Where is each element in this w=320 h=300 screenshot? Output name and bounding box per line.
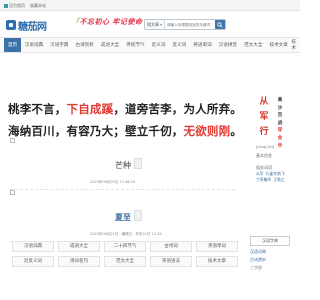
article-title[interactable]: 夏至: [113, 212, 133, 223]
poem-title: 从 军 行: [259, 97, 269, 137]
related-link[interactable]: 从军: [256, 171, 264, 176]
top-bar: 设为首页 收藏本站: [0, 0, 300, 11]
search-icon: [217, 21, 223, 28]
related-links: 从军 孔雀东南飞 兰亭集序 王勃之: [256, 171, 287, 183]
related-link[interactable]: 兰亭集序: [256, 177, 271, 182]
article-title[interactable]: 芒种: [113, 160, 133, 171]
search-type-select[interactable]: 搜文章: [145, 20, 165, 29]
featured-poem[interactable]: 从 军 行 黄 沙 百 战 穿 金 甲 [cóng jūn] 基本信息 相关词语…: [254, 95, 300, 185]
nav-item-idioms[interactable]: 成语大全: [97, 38, 122, 52]
related-link[interactable]: 王勃之: [273, 177, 284, 182]
sidebar-link[interactable]: 古诗赏析: [250, 256, 300, 264]
article-thumbnail: [134, 210, 142, 221]
hero-highlight: 无欲则刚: [183, 124, 231, 138]
category-links: 汉语词典 成语大全 二十四节气 古诗词 英语单词 近反义词 诗词名句 范文大全 …: [10, 241, 240, 267]
tag-button[interactable]: 汉语字典: [250, 236, 290, 246]
category-link[interactable]: 汉语词典: [12, 241, 54, 252]
category-link[interactable]: 古诗词: [150, 241, 192, 252]
header: 糖茄网 「不忘初心 牢记使命 搜文章: [0, 11, 300, 39]
search-box: 搜文章: [144, 19, 226, 30]
main-nav: 首页 汉语词典 汉语字典 古诗赏析 成语大全 传统节气 近义词 反义词 英语单词…: [0, 37, 300, 53]
poem-pinyin: [cóng jūn]: [256, 145, 275, 149]
nav-item-tech[interactable]: 技术文章: [266, 38, 291, 52]
hero-text: 桃李不言，: [8, 102, 67, 116]
hero-text: 海纳百川，有容乃大；壁立千仞，: [8, 124, 184, 138]
nav-item-dictionary[interactable]: 汉语词典: [21, 38, 46, 52]
nav-more[interactable]: 技术: [291, 39, 296, 51]
category-link[interactable]: 英语单词: [196, 241, 238, 252]
article-thumbnail: [134, 158, 142, 169]
search-input[interactable]: [165, 20, 215, 29]
poem-verse: 黄 沙 百 战 穿 金 甲: [277, 98, 283, 149]
nav-item-characters[interactable]: 汉语字典: [47, 38, 72, 52]
hero-text: ，道旁苦李，为人所弃。: [113, 102, 243, 116]
category-link[interactable]: 范文大全: [104, 256, 146, 267]
hero-text: 。: [230, 124, 243, 138]
bookmark-link[interactable]: 收藏本站: [30, 3, 46, 9]
hero-quote: 桃李不言，下自成蹊，道旁苦李，为人所弃。 海纳百川，有容乃大；壁立千仞，无欲则刚…: [8, 98, 254, 142]
article-card[interactable]: 夏至 2023年06月21日 · 编辑五 · 年历21日 11:25: [10, 190, 235, 242]
site-slogan: 「不忘初心 牢记使命: [72, 17, 143, 26]
hero-line-1: 桃李不言，下自成蹊，道旁苦李，为人所弃。: [8, 98, 254, 120]
article-date: 2023年06月05日 17:48:19: [90, 180, 136, 184]
home-icon: [4, 4, 8, 8]
article-card[interactable]: 芒种 2023年06月05日 17:48:19: [10, 138, 235, 190]
nav-item-solar-terms[interactable]: 传统节气: [123, 38, 148, 52]
article-date: 2023年06月21日 · 编辑五 · 年历21日 11:25: [90, 232, 162, 236]
category-link[interactable]: 技术文章: [196, 256, 238, 267]
category-link[interactable]: 二十四节气: [104, 241, 146, 252]
sidebar-link[interactable]: 三字经: [250, 264, 300, 272]
nav-item-synonyms[interactable]: 近义词: [148, 38, 169, 52]
category-link[interactable]: 英语语法: [150, 256, 192, 267]
nav-item-antonyms[interactable]: 反义词: [169, 38, 190, 52]
search-button[interactable]: [215, 20, 225, 29]
logo-icon: [6, 20, 16, 30]
category-link[interactable]: 近反义词: [12, 256, 54, 267]
nav-item-pinyin[interactable]: 汉语拼音: [215, 38, 240, 52]
sub-sidebar-links: 汉语词典 古诗赏析 三字经: [250, 248, 300, 272]
chevron-down-icon: [160, 23, 162, 26]
related-link[interactable]: 孔雀东南飞: [266, 171, 285, 176]
hero-highlight: 下自成蹊: [66, 102, 114, 116]
category-link[interactable]: 成语大全: [58, 241, 100, 252]
category-link[interactable]: 诗词名句: [58, 256, 100, 267]
broken-image-icon: [10, 190, 15, 195]
nav-item-essays[interactable]: 范文大全: [241, 38, 266, 52]
set-homepage-link[interactable]: 设为首页: [4, 3, 25, 9]
nav-item-poetry[interactable]: 古诗赏析: [72, 38, 97, 52]
nav-item-english-words[interactable]: 英语单词: [190, 38, 215, 52]
nav-item-home[interactable]: 首页: [4, 38, 22, 52]
logo-text: 糖茄网: [18, 21, 47, 33]
site-logo[interactable]: 糖茄网: [6, 18, 47, 33]
broken-image-icon: [10, 138, 15, 143]
basic-info-heading: 基本信息: [256, 153, 272, 158]
sidebar-link[interactable]: 汉语词典: [250, 248, 300, 256]
